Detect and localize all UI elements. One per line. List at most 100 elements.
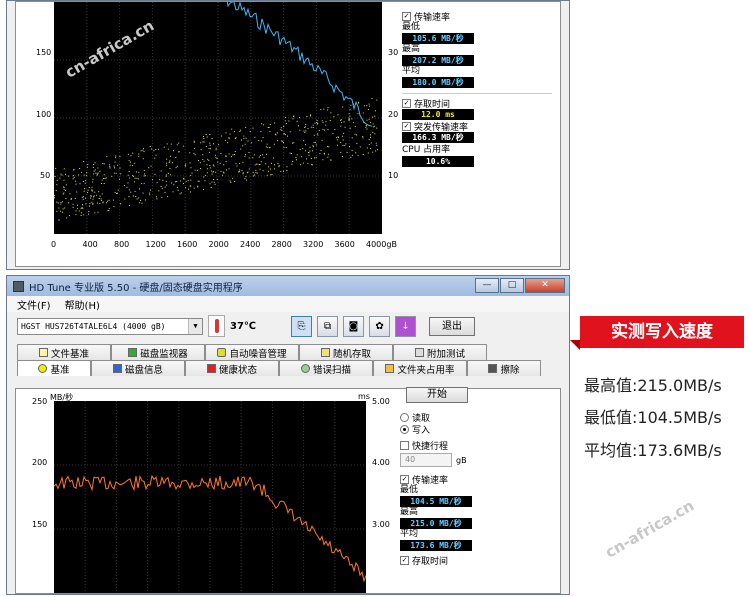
tab-aam[interactable]: 自动噪音管理 (205, 344, 299, 360)
access-time-dot (109, 167, 111, 169)
transfer-rate-checkbox[interactable]: ✓ 传输速率 (402, 10, 552, 23)
title-bar[interactable]: HD Tune 专业版 5.50 - 硬盘/固态硬盘实用程序 — □ ✕ (7, 276, 569, 296)
access-time-dot (165, 180, 167, 182)
checkbox-box[interactable]: ✓ (400, 555, 409, 565)
x-tick-label: 1200 (145, 240, 166, 249)
x-tick-label: 0 (51, 240, 57, 249)
access-time-dot (176, 165, 178, 167)
tab-random-access[interactable]: 随机存取 (299, 344, 393, 360)
start-button[interactable]: 开始 (406, 387, 468, 403)
access-time-dot (84, 188, 86, 190)
tab-folder-usage[interactable]: 文件夹占用率 (373, 360, 467, 376)
transfer-rate-checkbox[interactable]: ✓ 传输速率 (400, 473, 472, 486)
access-time-dot (286, 170, 288, 171)
tab-benchmark[interactable]: 基准 (17, 360, 91, 376)
access-time-dot (144, 173, 146, 175)
access-time-dot (175, 167, 177, 169)
tab-label: 擦除 (500, 364, 520, 376)
checkbox-box[interactable]: ✓ (400, 474, 409, 484)
short-stroke-checkbox[interactable]: 快捷行程 (400, 439, 472, 452)
access-time-dot (188, 188, 190, 190)
access-time-dot (105, 177, 107, 179)
access-time-dot (193, 141, 195, 143)
access-time-dot (93, 173, 95, 175)
access-time-dot (78, 210, 80, 212)
access-time-dot (87, 164, 89, 165)
write-radio[interactable]: 写入 (400, 423, 472, 436)
read-radio[interactable]: 读取 (400, 411, 472, 424)
checkbox-box[interactable]: ✓ (402, 121, 411, 131)
tab-health[interactable]: 健康状态 (185, 360, 279, 376)
access-time-dot (179, 193, 181, 195)
access-time-dot (270, 174, 272, 176)
access-time-dot (77, 204, 79, 206)
access-time-dot (330, 112, 332, 114)
checkbox-box[interactable]: ✓ (402, 98, 411, 108)
access-time-dot (309, 150, 311, 152)
access-time-dot (92, 178, 94, 180)
access-time-checkbox[interactable]: ✓ 存取时间 (400, 554, 472, 567)
access-time-dot (185, 187, 187, 189)
access-time-dot (213, 143, 214, 145)
access-time-dot (105, 202, 107, 204)
access-time-dot (333, 116, 335, 118)
access-time-dot (362, 137, 364, 139)
access-time-dot (305, 130, 307, 132)
options-icon[interactable]: ✿ (369, 315, 391, 337)
tab-extra-tests[interactable]: 附加测试 (393, 344, 487, 360)
access-time-dot (215, 147, 217, 149)
access-time-dot (341, 122, 342, 124)
drive-select[interactable]: HGST HUS726T4TALE6L4 (4000 gB) ▼ (17, 317, 203, 335)
access-time-dot (304, 132, 306, 133)
tab-file-benchmark[interactable]: 文件基准 (17, 344, 111, 360)
save-down-icon[interactable]: ↓ (395, 315, 417, 337)
menu-file[interactable]: 文件(F) (17, 297, 51, 312)
camera-icon[interactable]: ◙ (343, 315, 365, 337)
minimize-button[interactable]: — (475, 278, 499, 293)
access-time-dot (85, 197, 87, 199)
radio-circle[interactable] (400, 412, 409, 422)
tab-disk-monitor[interactable]: 磁盘监视器 (111, 344, 205, 360)
access-time-dot (96, 202, 98, 204)
maximize-button[interactable]: □ (500, 278, 524, 293)
exit-button[interactable]: 退出 (429, 316, 476, 336)
access-time-dot (324, 153, 325, 155)
access-time-dot (263, 157, 265, 159)
access-time-dot (213, 179, 215, 180)
access-time-dot (58, 207, 60, 209)
tab-erase[interactable]: 擦除 (467, 360, 541, 376)
access-time-value: 12.0 ms (402, 109, 474, 120)
copy-image-icon[interactable]: ⧉ (317, 315, 339, 337)
access-time-dot (88, 187, 90, 188)
access-time-dot (234, 181, 236, 182)
access-time-dot (189, 162, 191, 164)
copy-text-icon[interactable]: ⎘ (291, 315, 313, 337)
access-time-dot (104, 178, 106, 179)
tab-error-scan[interactable]: 错误扫描 (279, 360, 373, 376)
checkbox-box[interactable] (400, 440, 409, 450)
access-time-dot (310, 158, 312, 159)
tab-disk-info[interactable]: 磁盘信息 (91, 360, 185, 376)
menu-help[interactable]: 帮助(H) (65, 297, 100, 312)
access-time-dot (106, 156, 108, 158)
access-time-dot (283, 146, 285, 148)
access-time-dot (196, 169, 198, 171)
access-time-dot (342, 106, 344, 108)
min-label: 最低 (402, 22, 421, 32)
access-time-dot (56, 201, 58, 203)
chevron-down-icon[interactable]: ▼ (188, 318, 202, 334)
access-time-dot (235, 163, 237, 165)
access-time-dot (70, 199, 72, 200)
access-time-dot (156, 198, 158, 200)
access-time-checkbox[interactable]: ✓ 存取时间 (402, 97, 552, 110)
access-time-dot (340, 142, 342, 144)
checkbox-box[interactable]: ✓ (402, 11, 411, 21)
access-time-dot (63, 168, 65, 170)
promo-min: 最低值:104.5MB/s (584, 408, 722, 427)
burst-rate-checkbox[interactable]: ✓ 突发传输速率 (402, 120, 552, 133)
access-time-dot (113, 172, 115, 174)
access-time-dot (234, 151, 236, 152)
close-button[interactable]: ✕ (525, 278, 565, 293)
short-stroke-input[interactable]: 40 (400, 453, 452, 467)
radio-circle[interactable] (400, 424, 409, 434)
